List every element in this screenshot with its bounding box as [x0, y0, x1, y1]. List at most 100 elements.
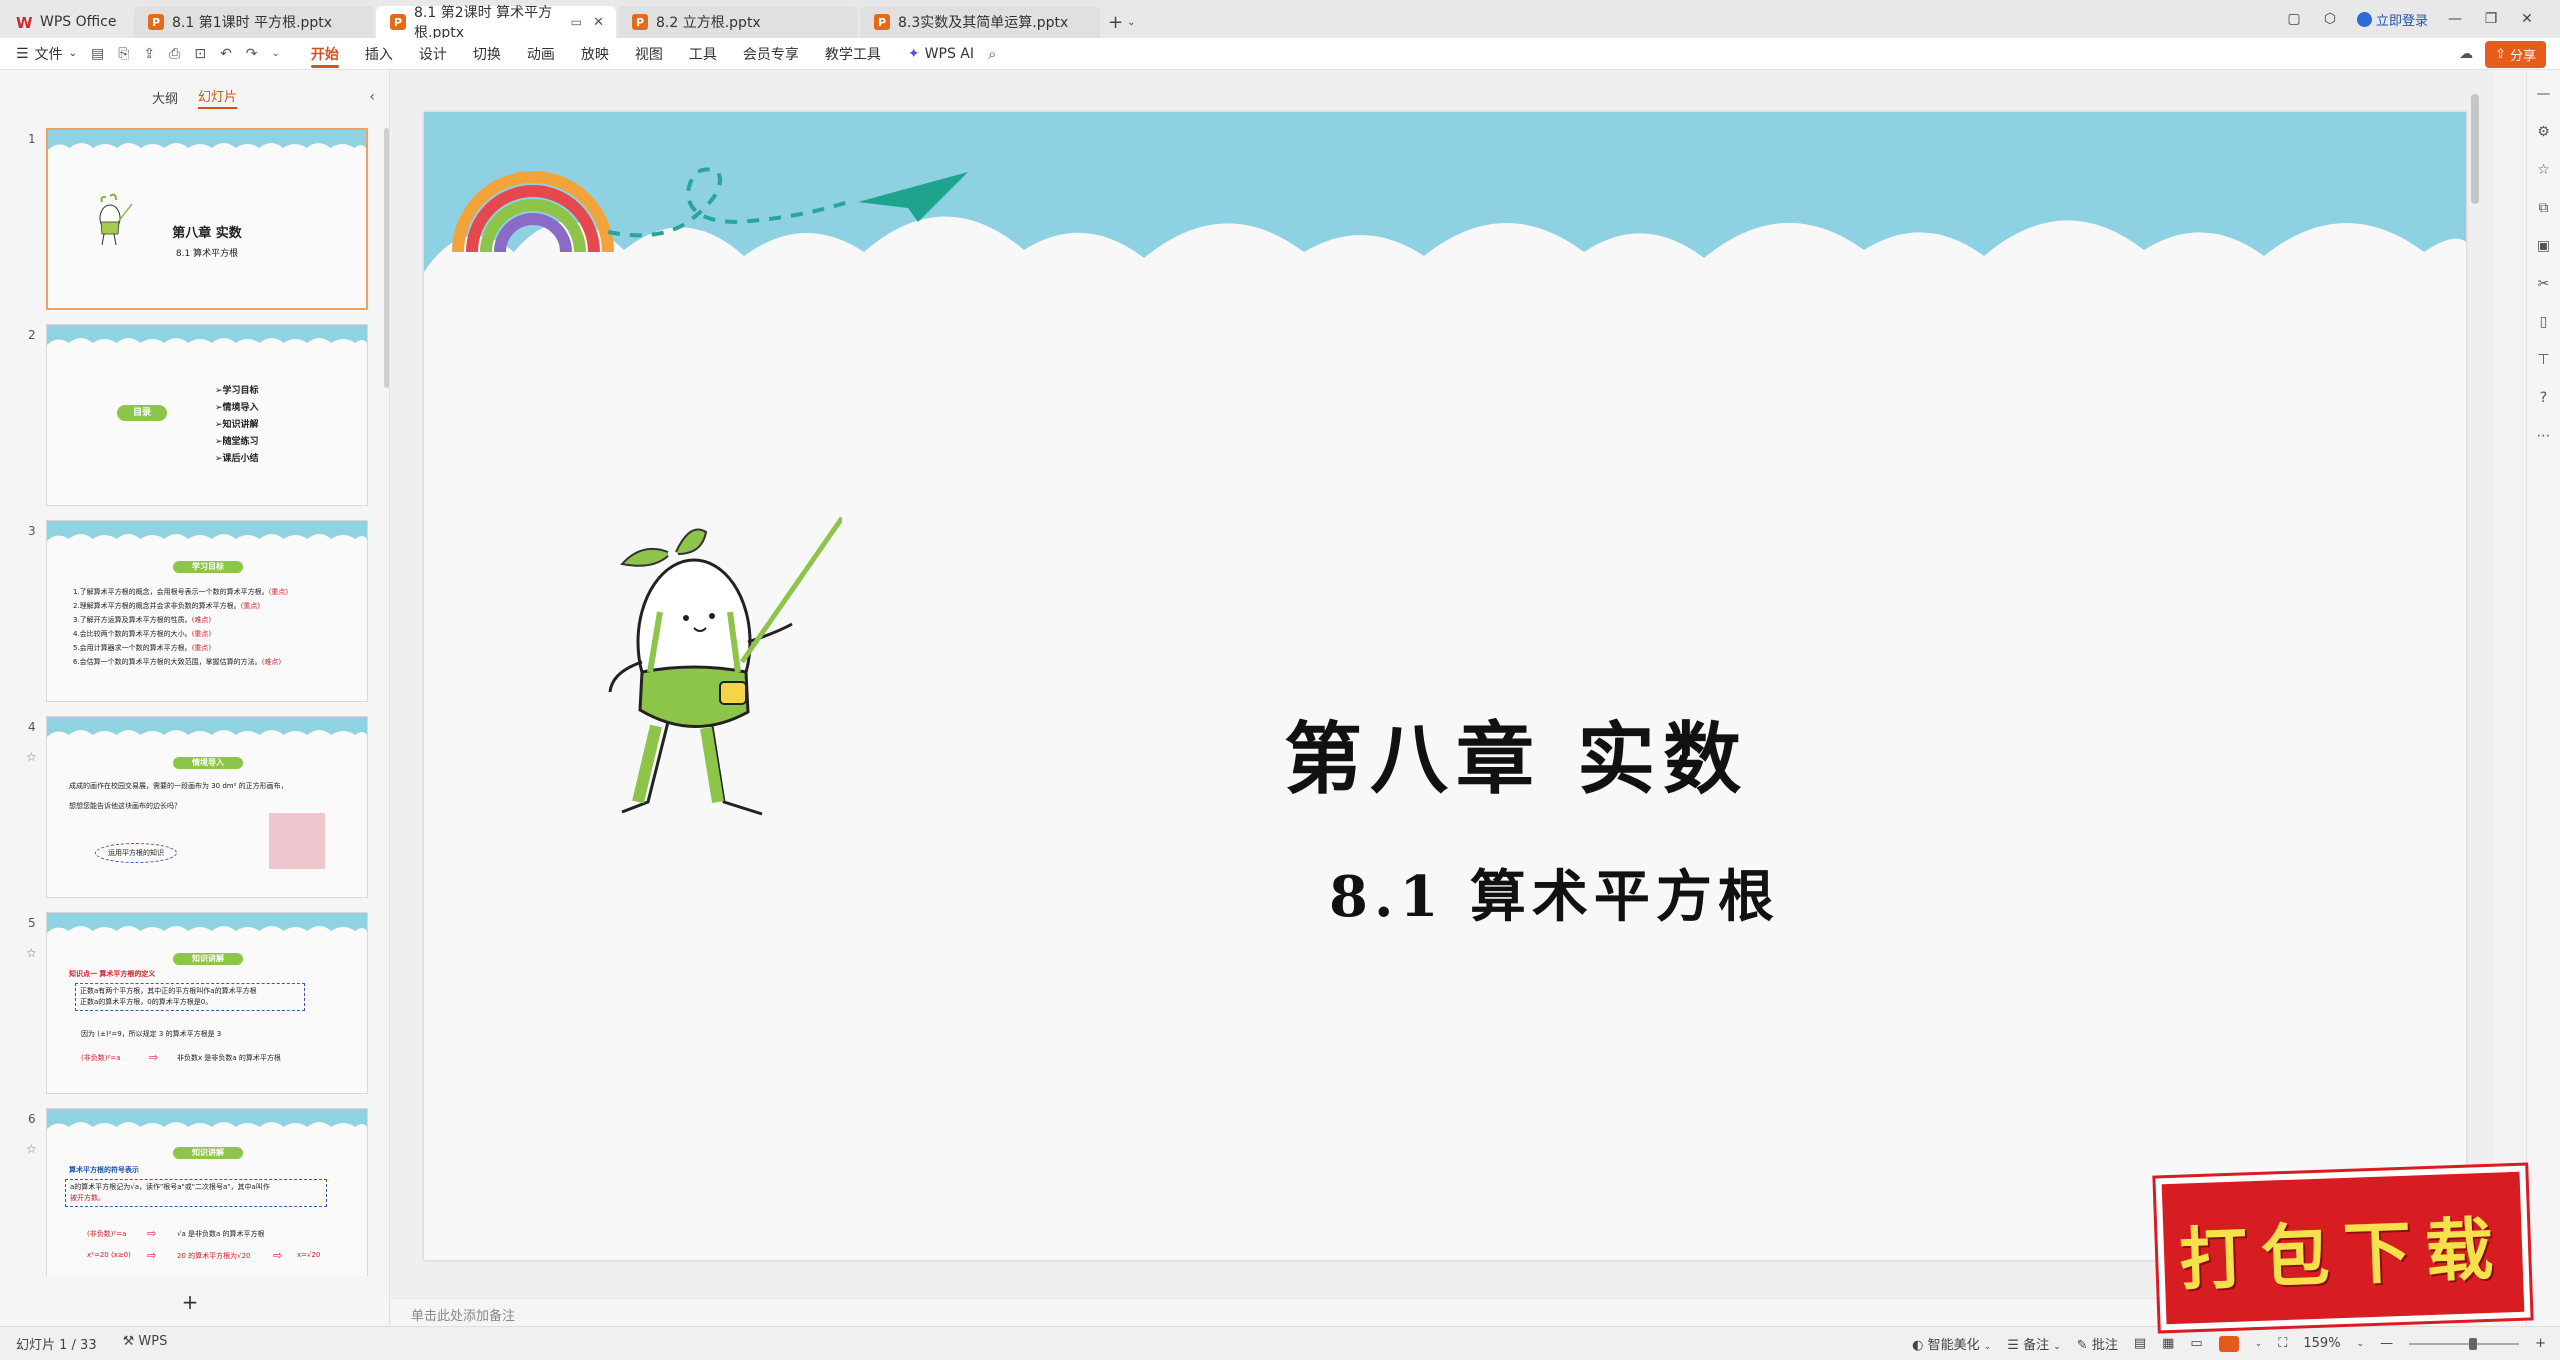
tab-doc-3[interactable]: P 8.2 立方根.pptx: [618, 6, 858, 38]
menu-tools[interactable]: 工具: [676, 38, 730, 70]
comment-button[interactable]: ✎ 批注: [2077, 1334, 2118, 1353]
tools-icon[interactable]: ✂: [2535, 276, 2553, 292]
slide-editor: 第八章 实数 8.1 算术平方根: [391, 70, 2493, 1298]
tab-doc-1[interactable]: P 8.1 第1课时 平方根.pptx: [134, 6, 374, 38]
cube-icon[interactable]: ⬡: [2321, 11, 2339, 27]
export-icon[interactable]: ⇪: [143, 46, 155, 62]
preview-icon[interactable]: ⊡: [194, 46, 206, 62]
example-line: 因为 (±)²=9，所以规定 3 的算术平方根是 3: [81, 1030, 222, 1038]
tab-wps-home[interactable]: W WPS Office: [2, 6, 132, 38]
zoom-in-icon[interactable]: +: [2535, 1336, 2546, 1351]
new-tab-button[interactable]: + ⌄: [1100, 6, 1143, 38]
save-icon[interactable]: ⎘: [118, 46, 129, 62]
relation-right: 非负数x 是非负数a 的算术平方根: [177, 1054, 281, 1062]
menu-design[interactable]: 设计: [406, 38, 460, 70]
star-icon[interactable]: ☆: [26, 946, 37, 960]
thumbnail-slide-6[interactable]: 知识讲解 算术平方根的符号表示 a的算术平方根记为√a，读作"根号a"或"二次根…: [46, 1108, 368, 1276]
star-icon[interactable]: ☆: [26, 750, 37, 764]
undo-icon[interactable]: ↶: [220, 46, 232, 62]
chevron-down-icon[interactable]: ⌄: [2255, 1339, 2263, 1349]
adjust-icon[interactable]: ⚙: [2535, 124, 2553, 140]
menu-transition[interactable]: 切换: [460, 38, 514, 70]
more-icon[interactable]: ⋯: [2535, 428, 2553, 444]
tab-doc-2[interactable]: P 8.1 第2课时 算术平方根.pptx ▭ ✕: [376, 5, 616, 41]
star-icon[interactable]: ☆: [26, 1142, 37, 1156]
thumbnail-slide-4[interactable]: 情境导入 成成的画作在校园交易展，需要的一段画布为 30 dm² 的正方形画布，…: [46, 716, 368, 898]
open-icon[interactable]: ▤: [91, 46, 104, 62]
close-icon[interactable]: ✕: [593, 15, 604, 30]
slide-title[interactable]: 第八章 实数: [424, 697, 2466, 809]
print-icon[interactable]: ⎙: [169, 46, 180, 62]
hint-oval: 运用平方根的知识: [95, 843, 177, 863]
tab-outline[interactable]: 大纲: [152, 88, 178, 107]
redo-icon[interactable]: ↷: [246, 46, 258, 62]
shirt-icon[interactable]: ⊤: [2535, 352, 2553, 368]
minimize-panel-icon[interactable]: —: [2535, 86, 2553, 102]
notation-box: a的算术平方根记为√a，读作"根号a"或"二次根号a"，其中a叫作 被开方数。: [65, 1179, 327, 1207]
menu-slideshow[interactable]: 放映: [568, 38, 622, 70]
tab-slides[interactable]: 幻灯片: [198, 86, 238, 109]
wps-status-button[interactable]: ⚒ WPS: [123, 1334, 168, 1353]
toc-item: ➢课后小结: [215, 454, 259, 464]
thumbnail-slide-1[interactable]: 第八章 实数 8.1 算术平方根: [46, 128, 368, 310]
collapse-panel-icon[interactable]: ‹: [369, 89, 375, 105]
normal-view-icon[interactable]: ▤: [2134, 1336, 2146, 1351]
login-button[interactable]: 立即登录: [2356, 10, 2428, 29]
current-slide[interactable]: 第八章 实数 8.1 算术平方根: [424, 112, 2466, 1260]
restore-icon[interactable]: ❐: [2482, 11, 2500, 27]
smart-beautify-button[interactable]: ◐ 智能美化 ⌄: [1912, 1334, 1991, 1353]
editor-scrollbar[interactable]: [2471, 94, 2479, 204]
wps-ai-button[interactable]: ✦ WPS AI: [894, 46, 988, 62]
example-middle: 20 的算术平方根为√20: [177, 1252, 251, 1260]
menu-view[interactable]: 视图: [622, 38, 676, 70]
thumbnail-slide-5[interactable]: 知识讲解 知识点一 算术平方根的定义 正数a有两个平方根，其中正的平方根叫作a的…: [46, 912, 368, 1094]
add-slide-button[interactable]: +: [0, 1290, 380, 1314]
cloud-icon[interactable]: ☁: [2459, 46, 2473, 62]
thumbnail-number: 1: [28, 132, 36, 146]
book-icon[interactable]: ▯: [2535, 314, 2553, 330]
notes-button[interactable]: ☰ 备注 ⌄: [2007, 1334, 2061, 1353]
menu-member[interactable]: 会员专享: [730, 38, 812, 70]
slide-subtitle[interactable]: 8.1 算术平方根: [424, 852, 2466, 933]
chevron-down-icon[interactable]: ⌄: [1127, 17, 1135, 28]
monitor-icon[interactable]: ▭: [571, 15, 582, 29]
file-menu-button[interactable]: ☰ 文件 ⌄: [0, 44, 91, 64]
window-layout-icon[interactable]: ▢: [2285, 11, 2303, 27]
chevron-down-icon[interactable]: ⌄: [2357, 1339, 2365, 1349]
thumbnail-scrollbar[interactable]: [384, 128, 389, 388]
fit-icon[interactable]: ⛶: [2278, 1336, 2287, 1351]
definition-line: 正数a有两个平方根，其中正的平方根叫作a的算术平方根: [80, 987, 257, 995]
objective-line: 1.了解算术平方根的概念，会用根号表示一个数的算术平方根。(重点): [73, 588, 289, 596]
notation-heading: 算术平方根的符号表示: [69, 1166, 139, 1174]
sorter-view-icon[interactable]: ▦: [2162, 1336, 2174, 1351]
ppt-file-icon: P: [390, 14, 406, 30]
search-icon[interactable]: ⌕: [988, 45, 996, 63]
menu-insert[interactable]: 插入: [352, 38, 406, 70]
zoom-out-icon[interactable]: —: [2380, 1336, 2393, 1351]
star-icon[interactable]: ☆: [2535, 162, 2553, 178]
tab-doc-4[interactable]: P 8.3实数及其简单运算.pptx: [860, 6, 1100, 38]
menu-animation[interactable]: 动画: [514, 38, 568, 70]
scenario-line: 想想您能告诉他这块画布的边长吗？: [69, 802, 181, 810]
slideshow-play-button[interactable]: [2218, 1335, 2239, 1352]
thumbnail-slide-2[interactable]: 目录 ➢学习目标 ➢情境导入 ➢知识讲解 ➢随堂练习 ➢课后小结: [46, 324, 368, 506]
download-banner[interactable]: 打包下载: [2155, 1165, 2531, 1331]
zoom-slider[interactable]: [2409, 1337, 2520, 1350]
notes-icon: ☰: [2007, 1338, 2019, 1353]
reading-view-icon[interactable]: ▭: [2190, 1336, 2202, 1351]
minimize-icon[interactable]: —: [2446, 11, 2464, 27]
help-icon[interactable]: ?: [2535, 390, 2553, 406]
zoom-level[interactable]: 159%: [2303, 1336, 2340, 1351]
image-icon[interactable]: ▣: [2535, 238, 2553, 254]
chevron-down-icon[interactable]: ⌄: [272, 48, 280, 59]
comment-icon: ✎: [2076, 1338, 2088, 1353]
menu-teaching-tools[interactable]: 教学工具: [812, 38, 894, 70]
close-window-icon[interactable]: ✕: [2518, 11, 2536, 27]
share-button[interactable]: ⇧ 分享: [2485, 40, 2546, 68]
share-label: 分享: [2509, 48, 2536, 64]
menu-home[interactable]: 开始: [298, 38, 352, 70]
wps-logo-icon: W: [16, 14, 33, 32]
notation-line: 被开方数。: [70, 1194, 105, 1202]
thumbnail-slide-3[interactable]: 学习目标 1.了解算术平方根的概念，会用根号表示一个数的算术平方根。(重点) 2…: [46, 520, 368, 702]
copy-icon[interactable]: ⧉: [2535, 200, 2553, 216]
